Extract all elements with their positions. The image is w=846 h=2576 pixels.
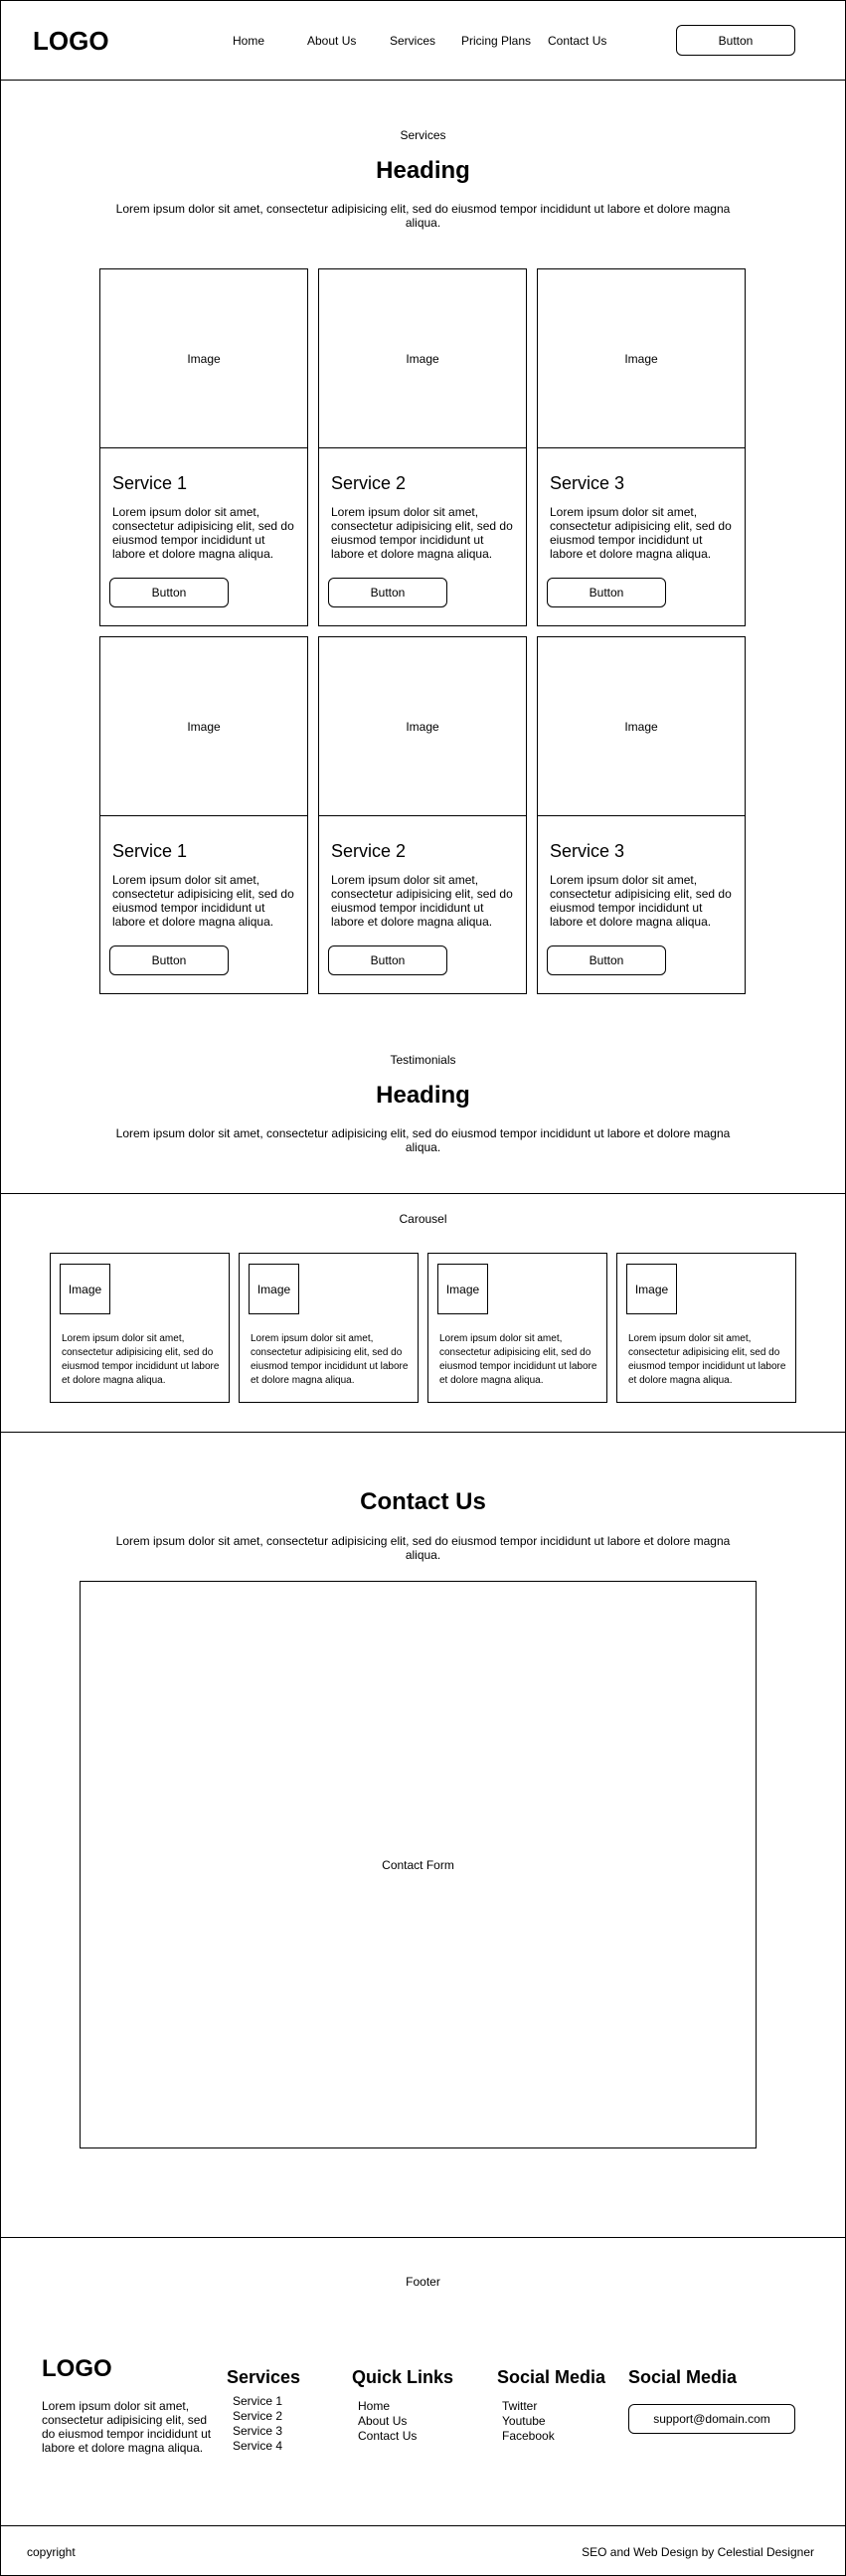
testimonials-divider [0, 1193, 846, 1194]
footer-divider [0, 2525, 846, 2526]
carousel-label: Carousel [399, 1212, 447, 1226]
header-button[interactable]: Button [676, 25, 795, 56]
footer-social-link[interactable]: Facebook [502, 2429, 555, 2444]
header-divider [0, 80, 846, 81]
service-button[interactable]: Button [328, 578, 447, 607]
testimonial-card[interactable]: Image Lorem ipsum dolor sit amet, consec… [427, 1253, 607, 1403]
footer-quick-link[interactable]: About Us [358, 2414, 417, 2429]
testimonial-text: Lorem ipsum dolor sit amet, consectetur … [251, 1333, 409, 1386]
service-button[interactable]: Button [109, 578, 229, 607]
testimonial-card[interactable]: Image Lorem ipsum dolor sit amet, consec… [239, 1253, 419, 1403]
service-image: Image [538, 269, 745, 448]
footer-social-link[interactable]: Twitter [502, 2399, 555, 2414]
service-text: Lorem ipsum dolor sit amet, consectetur … [331, 505, 513, 561]
footer-about: Lorem ipsum dolor sit amet, consectetur … [42, 2399, 212, 2455]
footer-social-link[interactable]: Youtube [502, 2414, 555, 2429]
nav-contact-us[interactable]: Contact Us [548, 34, 606, 48]
services-heading: Heading [376, 157, 470, 184]
testimonial-text: Lorem ipsum dolor sit amet, consectetur … [628, 1333, 786, 1386]
testimonials-intro: Lorem ipsum dolor sit amet, consectetur … [115, 1126, 731, 1154]
testimonial-image: Image [249, 1264, 299, 1314]
testimonial-image: Image [626, 1264, 677, 1314]
testimonial-text: Lorem ipsum dolor sit amet, consectetur … [62, 1333, 220, 1386]
service-image: Image [100, 269, 307, 448]
footer-service-link[interactable]: Service 3 [233, 2424, 282, 2439]
service-image: Image [100, 637, 307, 816]
service-text: Lorem ipsum dolor sit amet, consectetur … [550, 505, 732, 561]
service-title: Service 3 [550, 841, 625, 861]
footer-social-list: Twitter Youtube Facebook [502, 2399, 555, 2444]
testimonials-section-label: Testimonials [390, 1053, 456, 1067]
testimonial-image: Image [60, 1264, 110, 1314]
nav-pricing-plans[interactable]: Pricing Plans [461, 34, 531, 48]
contact-intro: Lorem ipsum dolor sit amet, consectetur … [115, 1534, 731, 1562]
service-text: Lorem ipsum dolor sit amet, consectetur … [550, 873, 732, 929]
credit-text[interactable]: SEO and Web Design by Celestial Designer [582, 2545, 814, 2559]
service-card: Image Service 2 Lorem ipsum dolor sit am… [318, 268, 527, 626]
services-section-label: Services [400, 128, 446, 142]
service-title: Service 1 [112, 841, 188, 861]
service-card: Image Service 3 Lorem ipsum dolor sit am… [537, 636, 746, 994]
carousel-divider [0, 1432, 846, 1433]
testimonial-text: Lorem ipsum dolor sit amet, consectetur … [439, 1333, 597, 1386]
footer-logo[interactable]: LOGO [42, 2355, 112, 2383]
service-image: Image [319, 269, 526, 448]
service-title: Service 1 [112, 473, 188, 493]
footer-label: Footer [406, 2275, 440, 2289]
service-button[interactable]: Button [109, 945, 229, 975]
service-card: Image Service 1 Lorem ipsum dolor sit am… [99, 636, 308, 994]
service-title: Service 2 [331, 841, 407, 861]
testimonials-heading: Heading [376, 1082, 470, 1109]
service-text: Lorem ipsum dolor sit amet, consectetur … [112, 873, 294, 929]
service-button[interactable]: Button [328, 945, 447, 975]
footer-email-button[interactable]: support@domain.com [628, 2404, 795, 2434]
services-intro: Lorem ipsum dolor sit amet, consectetur … [115, 202, 731, 230]
footer-quick-links-title: Quick Links [352, 2367, 454, 2387]
service-card: Image Service 1 Lorem ipsum dolor sit am… [99, 268, 308, 626]
testimonial-card[interactable]: Image Lorem ipsum dolor sit amet, consec… [50, 1253, 230, 1403]
testimonial-card[interactable]: Image Lorem ipsum dolor sit amet, consec… [616, 1253, 796, 1403]
nav-about-us[interactable]: About Us [307, 34, 356, 48]
footer-service-link[interactable]: Service 4 [233, 2439, 282, 2454]
service-image: Image [538, 637, 745, 816]
contact-form[interactable]: Contact Form [80, 1581, 757, 2148]
footer-social-title: Social Media [497, 2367, 606, 2387]
service-text: Lorem ipsum dolor sit amet, consectetur … [112, 505, 294, 561]
service-text: Lorem ipsum dolor sit amet, consectetur … [331, 873, 513, 929]
footer-social-title-2: Social Media [628, 2367, 738, 2387]
copyright-text: copyright [27, 2545, 76, 2559]
footer-services-list: Service 1 Service 2 Service 3 Service 4 [233, 2394, 282, 2454]
nav-home[interactable]: Home [233, 34, 264, 48]
nav-services[interactable]: Services [390, 34, 435, 48]
service-title: Service 2 [331, 473, 407, 493]
service-title: Service 3 [550, 473, 625, 493]
footer-quick-link[interactable]: Contact Us [358, 2429, 417, 2444]
footer-quick-links-list: Home About Us Contact Us [358, 2399, 417, 2444]
footer-quick-link[interactable]: Home [358, 2399, 417, 2414]
service-card: Image Service 3 Lorem ipsum dolor sit am… [537, 268, 746, 626]
service-button[interactable]: Button [547, 945, 666, 975]
logo[interactable]: LOGO [33, 26, 109, 57]
footer-services-title: Services [227, 2367, 301, 2387]
testimonial-image: Image [437, 1264, 488, 1314]
contact-heading: Contact Us [360, 1488, 486, 1515]
service-button[interactable]: Button [547, 578, 666, 607]
footer-service-link[interactable]: Service 1 [233, 2394, 282, 2409]
footer-service-link[interactable]: Service 2 [233, 2409, 282, 2424]
service-card: Image Service 2 Lorem ipsum dolor sit am… [318, 636, 527, 994]
service-image: Image [319, 637, 526, 816]
contact-divider [0, 2237, 846, 2238]
